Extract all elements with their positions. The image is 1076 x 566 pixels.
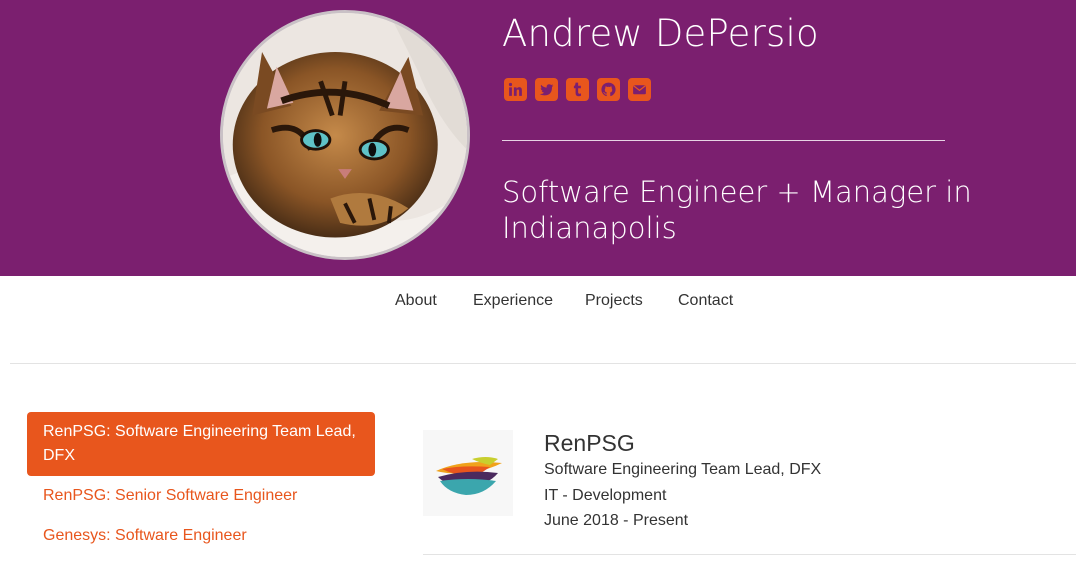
cat-photo — [223, 13, 467, 257]
section-divider — [10, 363, 1076, 364]
linkedin-icon[interactable] — [504, 78, 527, 101]
email-icon[interactable] — [628, 78, 651, 101]
job-item-renpsg-team-lead[interactable]: RenPSG: Software Engineering Team Lead, … — [27, 412, 375, 476]
github-icon[interactable] — [597, 78, 620, 101]
main-nav: About Experience Projects Contact — [0, 292, 1076, 331]
nav-projects[interactable]: Projects — [585, 292, 643, 310]
avatar — [220, 10, 470, 260]
profile-name: Andrew DePersio — [502, 12, 819, 55]
profile-tagline: Software Engineer + Manager in Indianapo… — [502, 175, 972, 245]
job-list: RenPSG: Software Engineering Team Lead, … — [27, 412, 375, 556]
twitter-icon[interactable] — [535, 78, 558, 101]
job-title: Software Engineering Team Lead, DFX — [544, 461, 822, 478]
job-item-renpsg-senior[interactable]: RenPSG: Senior Software Engineer — [27, 476, 375, 516]
company-logo — [423, 430, 513, 516]
header-divider — [502, 140, 945, 141]
job-department: IT - Development — [544, 487, 667, 504]
nav-about[interactable]: About — [395, 292, 437, 310]
detail-divider — [423, 554, 1076, 555]
job-dates: June 2018 - Present — [544, 512, 689, 529]
nav-experience[interactable]: Experience — [473, 292, 581, 310]
social-links — [504, 78, 651, 101]
company-name: RenPSG — [544, 430, 635, 456]
nav-contact[interactable]: Contact — [678, 292, 733, 310]
job-item-genesys[interactable]: Genesys: Software Engineer — [27, 516, 375, 556]
tumblr-icon[interactable] — [566, 78, 589, 101]
profile-header: Andrew DePersio Software Engineer + Mana… — [0, 0, 1076, 276]
